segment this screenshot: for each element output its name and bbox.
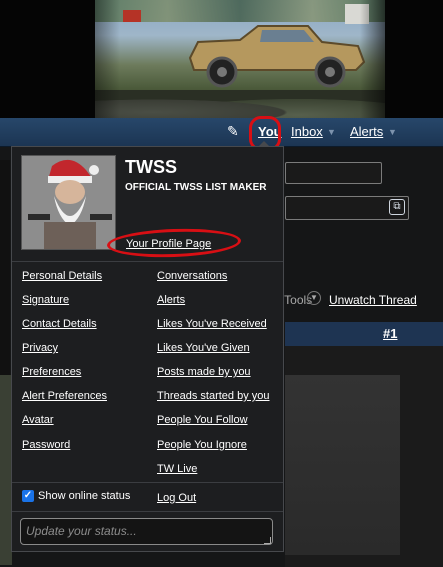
checkbox-checked-icon[interactable]: ✓ xyxy=(22,490,34,502)
banner-rocks xyxy=(95,90,385,118)
menu-item-tw-live[interactable]: TW Live xyxy=(157,463,197,475)
menu-item-people-you-ignore[interactable]: People You Ignore xyxy=(157,439,247,451)
menu-item-likes-given[interactable]: Likes You've Given xyxy=(157,342,250,354)
edit-icon[interactable]: ✎ xyxy=(227,123,243,139)
divider xyxy=(12,482,283,483)
show-online-status-toggle[interactable]: ✓ Show online status xyxy=(22,490,130,502)
menu-item-personal-details[interactable]: Personal Details xyxy=(22,270,102,282)
chevron-down-icon[interactable]: ▼ xyxy=(388,127,397,137)
menu-item-likes-received[interactable]: Likes You've Received xyxy=(157,318,267,330)
menu-item-contact-details[interactable]: Contact Details xyxy=(22,318,97,330)
menu-item-threads-by-you[interactable]: Threads started by you xyxy=(157,390,270,402)
menu-item-alerts[interactable]: Alerts xyxy=(157,294,185,306)
avatar-santa-image xyxy=(22,156,115,249)
banner-fade xyxy=(360,0,400,118)
show-online-status-label: Show online status xyxy=(38,490,131,502)
logout-link[interactable]: Log Out xyxy=(157,492,196,504)
banner-fade xyxy=(60,0,120,118)
menu-item-conversations[interactable]: Conversations xyxy=(157,270,227,282)
menu-item-people-you-follow[interactable]: People You Follow xyxy=(157,414,248,426)
status-placeholder: Update your status... xyxy=(26,524,137,538)
nav-inbox-link[interactable]: Inbox xyxy=(291,124,323,139)
menu-item-posts-by-you[interactable]: Posts made by you xyxy=(157,366,251,378)
menu-item-password[interactable]: Password xyxy=(22,439,70,451)
divider xyxy=(12,511,283,512)
user-name[interactable]: TWSS xyxy=(125,157,177,178)
post-number-link[interactable]: #1 xyxy=(383,326,397,341)
nav-alerts-link[interactable]: Alerts xyxy=(350,124,383,139)
user-title: OFFICIAL TWSS LIST MAKER xyxy=(125,182,267,193)
unwatch-thread-link[interactable]: Unwatch Thread xyxy=(329,293,417,307)
chevron-down-icon[interactable]: ▼ xyxy=(307,291,321,305)
post-image xyxy=(285,375,400,555)
avatar[interactable] xyxy=(21,155,116,250)
resize-handle-icon[interactable] xyxy=(264,537,271,544)
post-header xyxy=(285,322,443,346)
banner-house xyxy=(123,10,141,22)
menu-item-preferences[interactable]: Preferences xyxy=(22,366,81,378)
truck-illustration xyxy=(188,25,366,88)
chevron-down-icon[interactable]: ▼ xyxy=(327,127,336,137)
menu-item-avatar[interactable]: Avatar xyxy=(22,414,54,426)
divider xyxy=(12,261,283,262)
menu-item-alert-preferences[interactable]: Alert Preferences xyxy=(22,390,107,402)
site-banner xyxy=(0,0,443,118)
banner-artwork xyxy=(95,0,385,118)
popout-icon[interactable]: ⧉ xyxy=(389,199,405,215)
search-input[interactable] xyxy=(285,162,382,184)
menu-item-privacy[interactable]: Privacy xyxy=(22,342,58,354)
menu-item-signature[interactable]: Signature xyxy=(22,294,69,306)
